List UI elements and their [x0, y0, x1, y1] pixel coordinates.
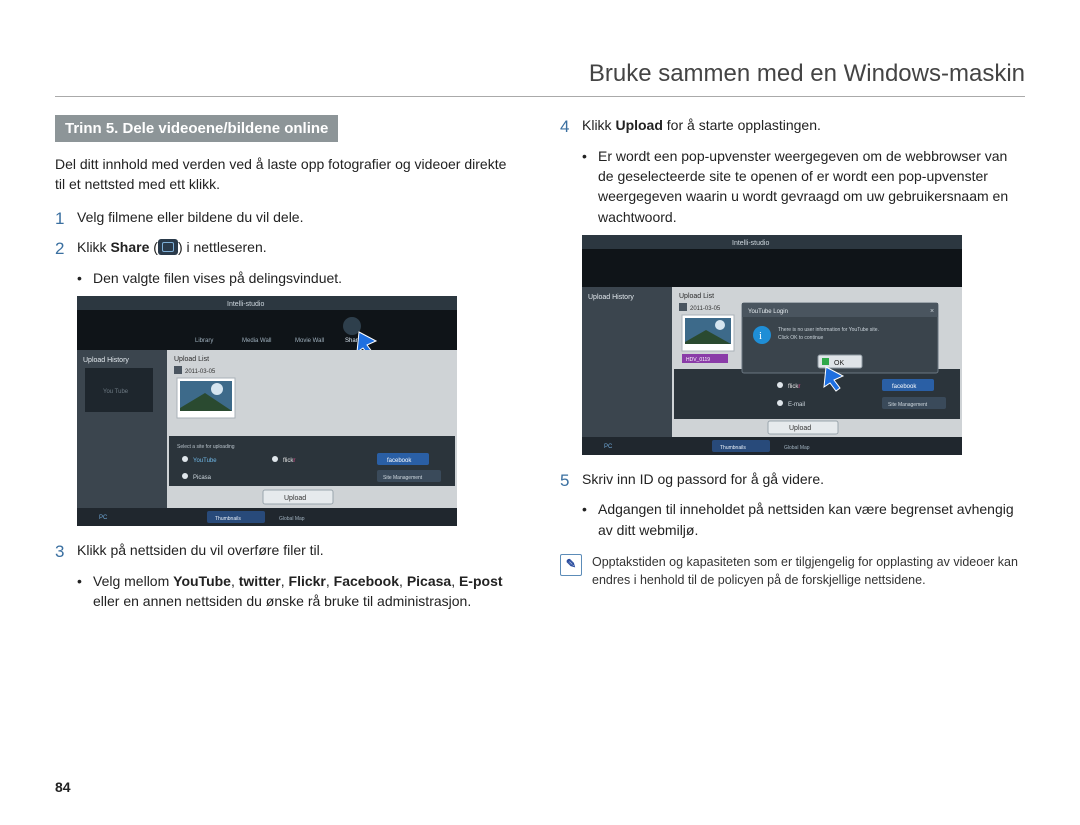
- svg-text:Global Map: Global Map: [279, 516, 305, 522]
- app-title: Intelli-studio: [227, 301, 264, 308]
- step-number: 1: [55, 207, 77, 232]
- svg-text:Site Management: Site Management: [383, 475, 423, 481]
- note-box: ✎ Opptakstiden og kapasiteten som er til…: [560, 554, 1025, 589]
- svg-text:Upload History: Upload History: [588, 294, 634, 301]
- page-title: Bruke sammen med en Windows-maskin: [55, 60, 1025, 97]
- svg-text:Upload: Upload: [284, 495, 306, 502]
- step-body: Klikk Share () i nettleseren.: [77, 237, 520, 262]
- step-2: 2 Klikk Share () i nettleseren.: [55, 237, 520, 262]
- svg-text:Thumbnails: Thumbnails: [215, 516, 241, 522]
- left-column: Trinn 5. Dele videoene/bildene online De…: [55, 115, 520, 615]
- svg-text:Library: Library: [195, 338, 213, 344]
- step-body: Klikk Upload for å starte opplastingen.: [582, 115, 1025, 140]
- svg-text:×: ×: [930, 308, 934, 315]
- svg-text:Picasa: Picasa: [193, 475, 212, 481]
- screenshot-login-dialog: Intelli-studio All Add Upload History Up…: [582, 235, 1025, 455]
- svg-text:Media Wall: Media Wall: [242, 338, 271, 344]
- step-5-bullet: •Adgangen til inneholdet på nettsiden ka…: [582, 499, 1025, 540]
- step-5: 5 Skriv inn ID og passord for å gå vider…: [560, 469, 1025, 494]
- svg-text:PC: PC: [604, 444, 613, 450]
- share-icon: [158, 239, 178, 255]
- svg-text:Upload List: Upload List: [174, 356, 209, 363]
- svg-text:Site Management: Site Management: [888, 402, 928, 408]
- step-2-bullet: •Den valgte filen vises på delingsvindue…: [77, 268, 520, 288]
- screenshot-share-window: Intelli-studio Library Media Wall Movie …: [77, 296, 520, 526]
- svg-text:facebook: facebook: [892, 384, 917, 390]
- svg-text:i: i: [759, 330, 762, 342]
- intro-text: Del ditt innhold med verden ved å laste …: [55, 154, 520, 195]
- svg-text:You Tube: You Tube: [103, 389, 129, 395]
- svg-text:E-mail: E-mail: [788, 402, 805, 408]
- svg-text:flickr: flickr: [788, 384, 800, 390]
- step-body: Velg filmene eller bildene du vil dele.: [77, 207, 520, 232]
- svg-text:Upload List: Upload List: [679, 293, 714, 300]
- svg-text:HDV_0119: HDV_0119: [686, 357, 710, 363]
- step-4: 4 Klikk Upload for å starte opplastingen…: [560, 115, 1025, 140]
- step-body: Skriv inn ID og passord for å gå videre.: [582, 469, 1025, 494]
- svg-text:2011-03-05: 2011-03-05: [690, 306, 721, 312]
- step-number: 2: [55, 237, 77, 262]
- svg-text:YouTube: YouTube: [193, 458, 217, 464]
- note-text: Opptakstiden og kapasiteten som er tilgj…: [592, 554, 1025, 589]
- svg-text:Intelli-studio: Intelli-studio: [732, 240, 769, 247]
- svg-text:Click OK to continue: Click OK to continue: [778, 335, 824, 341]
- svg-text:Global Map: Global Map: [784, 445, 810, 451]
- svg-text:Upload History: Upload History: [83, 357, 129, 364]
- step-3: 3 Klikk på nettsiden du vil overføre fil…: [55, 540, 520, 565]
- svg-text:OK: OK: [834, 360, 844, 367]
- step-1: 1 Velg filmene eller bildene du vil dele…: [55, 207, 520, 232]
- svg-text:Select a site for uploading: Select a site for uploading: [177, 444, 235, 450]
- step-4-bullet: •Er wordt een pop-upvenster weergegeven …: [582, 146, 1025, 227]
- svg-text:Movie Wall: Movie Wall: [295, 338, 324, 344]
- step-number: 3: [55, 540, 77, 565]
- step-body: Klikk på nettsiden du vil overføre filer…: [77, 540, 520, 565]
- note-icon: ✎: [560, 554, 582, 576]
- step-number: 4: [560, 115, 582, 140]
- svg-text:Upload: Upload: [789, 425, 811, 432]
- right-column: 4 Klikk Upload for å starte opplastingen…: [560, 115, 1025, 615]
- svg-text:YouTube Login: YouTube Login: [748, 309, 788, 315]
- page-number: 84: [55, 779, 71, 795]
- svg-text:Thumbnails: Thumbnails: [720, 445, 746, 451]
- svg-text:facebook: facebook: [387, 458, 412, 464]
- svg-text:flickr: flickr: [283, 458, 295, 464]
- svg-text:There is no user information f: There is no user information for YouTube…: [778, 327, 879, 333]
- step-number: 5: [560, 469, 582, 494]
- step-3-bullet: • Velg mellom YouTube, twitter, Flickr, …: [77, 571, 520, 612]
- section-heading: Trinn 5. Dele videoene/bildene online: [55, 115, 338, 142]
- svg-text:2011-03-05: 2011-03-05: [185, 369, 216, 375]
- svg-text:PC: PC: [99, 515, 108, 521]
